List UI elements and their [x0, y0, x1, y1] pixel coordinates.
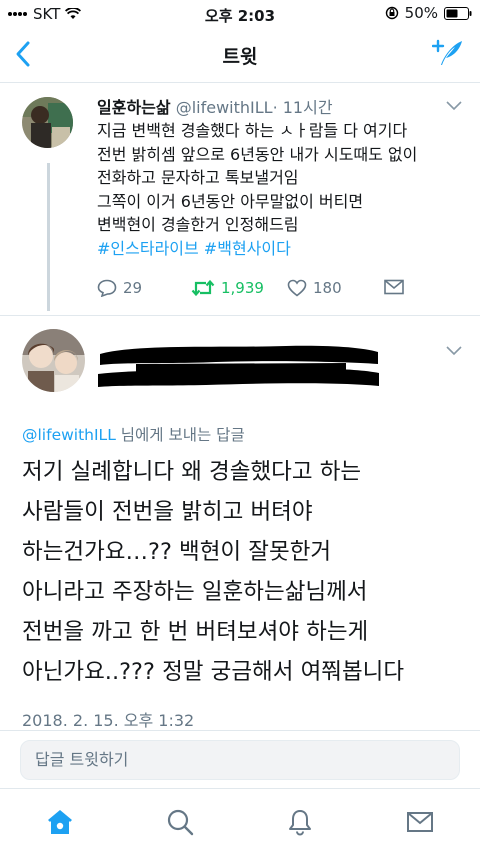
parent-tweet[interactable]: 일훈하는삶 @lifewithILL· 11시간 지금 변백현 경솔했다 하는 …	[0, 83, 480, 316]
reply-input[interactable]: 답글 트윗하기	[20, 740, 460, 780]
tweet-timestamp: 2018. 2. 15. 오후 1:32	[22, 711, 195, 730]
tweet-line: 지금 변백현 경솔했다 하는 ㅅㅏ람들 다 여기다	[97, 121, 408, 140]
avatar[interactable]	[22, 97, 73, 148]
battery-icon	[444, 6, 472, 20]
focused-tweet-text: 저기 실례합니다 왜 경솔했다고 하는 사람들이 전번을 밝히고 버텨야 하는건…	[22, 452, 468, 692]
reply-author-avatar[interactable]	[22, 329, 85, 392]
tab-home[interactable]	[45, 807, 75, 837]
author-handle[interactable]: @lifewithILL	[176, 98, 273, 117]
author-name[interactable]: 일훈하는삶	[97, 98, 171, 117]
messages-icon	[407, 812, 433, 832]
tweet-line: 변백현이 경솔한거 인정해드림	[97, 215, 299, 234]
like-button[interactable]: 180	[287, 279, 342, 297]
status-bar: SKT 오후 2:03 50%	[0, 0, 480, 28]
home-icon	[48, 810, 72, 834]
tab-bar	[0, 788, 480, 855]
tweet-line: 사람들이 전번을 밝히고 버텨야	[22, 499, 313, 525]
reply-icon	[97, 279, 117, 297]
tab-search[interactable]	[165, 807, 195, 837]
reply-button[interactable]: 29	[97, 279, 142, 297]
rotation-lock-icon	[385, 6, 398, 20]
reply-to-suffix: 님에게 보내는 답글	[115, 426, 245, 444]
search-icon	[167, 809, 194, 836]
retweet-icon	[191, 279, 215, 297]
tweet-actions: 29 1,939 180	[97, 279, 437, 303]
tweet-line: 전번을 까고 한 번 버텨보셔야 하는게	[22, 619, 369, 645]
tab-notifications[interactable]	[285, 807, 315, 837]
tweet-line: 아닌가요..??? 정말 궁금해서 여쭤봅니다	[22, 659, 405, 685]
nav-bar: 트윗	[0, 28, 480, 83]
like-count: 180	[313, 279, 342, 297]
hashtags[interactable]: #인스타라이브 #백현사이다	[97, 237, 469, 261]
tweet-line: 그쪽이 이거 6년동안 아무말없이 버티면	[97, 191, 364, 211]
tweet-time: · 11시간	[272, 98, 333, 117]
heart-icon	[287, 279, 307, 297]
compose-tweet-icon	[431, 39, 462, 65]
tweet-text: 지금 변백현 경솔했다 하는 ㅅㅏ람들 다 여기다 전번 밝히셈 앞으로 6년동…	[97, 119, 469, 260]
tab-messages[interactable]	[405, 807, 435, 837]
page-title: 트윗	[222, 46, 258, 68]
tweet-line: 아니라고 주장하는 일훈하는삶님께서	[22, 579, 368, 605]
retweet-button[interactable]: 1,939	[191, 279, 264, 297]
notifications-icon	[289, 810, 311, 836]
chevron-down-icon[interactable]	[446, 346, 462, 356]
envelope-icon	[384, 279, 404, 295]
tweet-line: 전번 밝히셈 앞으로 6년동안 내가 시도때도 없이	[97, 144, 418, 164]
retweet-count: 1,939	[221, 279, 264, 297]
reply-count: 29	[123, 279, 143, 297]
redacted-author-info	[98, 345, 379, 387]
battery-percent: 50%	[404, 4, 438, 22]
share-button[interactable]	[384, 279, 404, 295]
reply-to-label: @lifewithILL 님에게 보내는 답글	[22, 423, 245, 445]
thread-line	[47, 163, 50, 311]
compose-tweet-button[interactable]	[431, 38, 464, 72]
tweet-line: 전화하고 문자하고 톡보낼거임	[97, 168, 299, 187]
reply-bar: 답글 트윗하기	[0, 730, 480, 789]
tweet-line: 저기 실례합니다 왜 경솔했다고 하는	[22, 459, 362, 485]
tweet-line: 하는건가요…?? 백현이 잘못한거	[22, 539, 332, 565]
tweet-header: 일훈하는삶 @lifewithILL· 11시간	[97, 94, 333, 118]
chevron-down-icon[interactable]	[446, 101, 462, 111]
mention-link[interactable]: @lifewithILL	[22, 426, 116, 444]
